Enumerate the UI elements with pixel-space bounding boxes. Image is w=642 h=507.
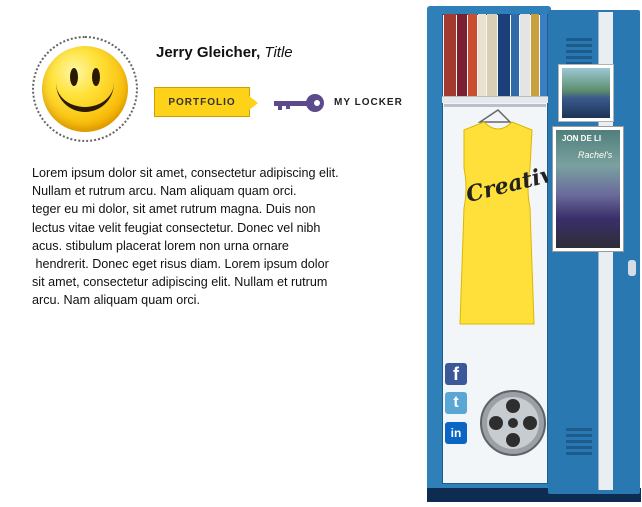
profile-name: Jerry Gleicher, [156, 44, 261, 61]
book [540, 14, 547, 96]
book [498, 14, 510, 96]
book [487, 14, 497, 96]
book [457, 14, 467, 96]
bio-paragraph: Lorem ipsum dolor sit amet, consectetur … [32, 166, 339, 308]
book [468, 14, 477, 96]
linkedin-icon[interactable]: in [445, 422, 467, 444]
book [444, 14, 456, 96]
portfolio-button[interactable]: PORTFOLIO [154, 87, 258, 117]
smiley-face-icon [42, 46, 128, 132]
door-handle[interactable] [628, 260, 636, 276]
key-icon[interactable] [274, 93, 326, 113]
smiley-mouth [56, 82, 114, 112]
book [478, 14, 486, 96]
book [511, 14, 519, 96]
photo-sign-text-2: Rachel's [578, 150, 613, 160]
locker-shelf [442, 96, 548, 103]
twitter-icon[interactable]: t [445, 392, 467, 414]
photo-couple-2: JON DE LI Rachel's [552, 126, 624, 252]
my-locker-link[interactable]: MY LOCKER [334, 97, 403, 108]
tshirt-image [459, 109, 535, 325]
photo-sign-text: JON DE LI [562, 134, 602, 143]
door-vents-bottom [566, 428, 592, 458]
avatar [32, 36, 138, 142]
profile-name-line: Jerry Gleicher, Title [156, 44, 293, 61]
hanger-rod [444, 104, 546, 107]
book [520, 14, 530, 96]
portfolio-button-label: PORTFOLIO [168, 96, 236, 108]
photo-couple-1 [558, 64, 614, 122]
film-reel-icon[interactable] [478, 388, 548, 458]
book [531, 14, 539, 96]
facebook-icon[interactable]: f [445, 363, 467, 385]
bio-text-block: Lorem ipsum dolor sit amet, consectetur … [32, 164, 378, 310]
profile-title: Title [264, 44, 293, 61]
